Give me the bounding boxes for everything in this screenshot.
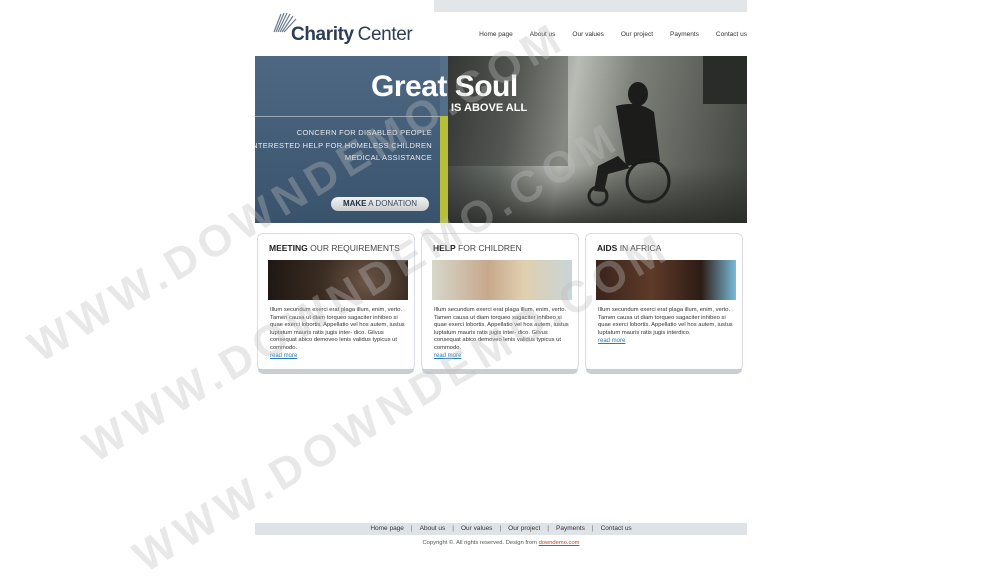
hero-subheadline: IS ABOVE ALL <box>451 102 528 114</box>
logo[interactable]: Charity Center <box>272 10 413 46</box>
logo-text: Charity Center <box>291 24 413 46</box>
read-more-link[interactable]: read more <box>434 353 461 359</box>
feature-card-africa: AIDS IN AFRICA Illum secundum exerci era… <box>585 233 743 374</box>
donate-bold: MAKE <box>342 199 367 208</box>
hero-divider-line <box>255 116 440 117</box>
card-footer-shade <box>258 369 414 374</box>
card-title-bold: AIDS <box>597 243 618 253</box>
footer-separator: | <box>410 525 413 532</box>
card-image-faces <box>596 260 736 300</box>
copyright: Copyright ©. All rights reserved. Design… <box>255 540 747 546</box>
card-title-bold: HELP <box>433 243 456 253</box>
logo-bold: Charity <box>291 24 354 45</box>
read-more-link[interactable]: read more <box>598 338 625 344</box>
page-container: Charity Center Home page About us Our val… <box>255 0 747 564</box>
hero-accent-bar <box>440 116 448 223</box>
read-more-link[interactable]: read more <box>270 353 297 359</box>
card-title-light: OUR REQUIREMENTS <box>310 243 400 253</box>
copyright-text: Copyright ©. All rights reserved. Design… <box>422 540 537 546</box>
card-title: MEETING OUR REQUIREMENTS <box>269 243 400 253</box>
main-nav: Home page About us Our values Our projec… <box>479 31 747 38</box>
footer-nav-bar: Home page | About us | Our values | Our projec… <box>255 523 747 535</box>
card-title-light: IN AFRICA <box>619 243 662 253</box>
card-title: AIDS IN AFRICA <box>597 243 661 253</box>
card-text: Illum secundum exerci erat plaga illum, … <box>598 307 733 336</box>
feature-card-children: HELP FOR CHILDREN Illum secundum exerci … <box>421 233 579 374</box>
footer-separator: | <box>499 525 502 532</box>
footer-values[interactable]: Our values <box>461 525 492 532</box>
nav-values[interactable]: Our values <box>572 31 603 38</box>
nav-contact[interactable]: Contact us <box>716 31 747 38</box>
hero-tagline-1: CONCERN FOR DISABLED PEOPLE <box>296 128 432 137</box>
nav-project[interactable]: Our project <box>621 31 653 38</box>
card-title-light: FOR CHILDREN <box>458 243 522 253</box>
footer-project[interactable]: Our project <box>508 525 540 532</box>
nav-payments[interactable]: Payments <box>670 31 699 38</box>
card-footer-shade <box>422 369 578 374</box>
footer-separator: | <box>591 525 594 532</box>
footer-home[interactable]: Home page <box>370 525 404 532</box>
logo-light: Center <box>357 24 413 45</box>
footer-nav: Home page | About us | Our values | Our projec… <box>255 523 747 535</box>
footer-separator: | <box>452 525 454 532</box>
hero-headline: Great Soul <box>371 70 518 103</box>
feature-card-requirements: MEETING OUR REQUIREMENTS Illum secundum … <box>257 233 415 374</box>
footer-payments[interactable]: Payments <box>556 525 585 532</box>
header-top-bar <box>434 0 747 12</box>
donate-light: A DONATION <box>368 199 418 208</box>
hero-banner: Great Soul IS ABOVE ALL CONCERN FOR DISA… <box>255 56 747 223</box>
card-image-child <box>432 260 572 300</box>
hero-floor-shade <box>448 166 747 223</box>
card-image-eye <box>268 260 408 300</box>
card-text: Illum secundum exerci erat plaga illum, … <box>434 307 569 351</box>
footer-about[interactable]: About us <box>420 525 446 532</box>
copyright-link[interactable]: downdemo.com <box>539 540 580 546</box>
donate-button[interactable]: MAKE A DONATION <box>331 197 429 211</box>
nav-about[interactable]: About us <box>530 31 556 38</box>
card-title: HELP FOR CHILDREN <box>433 243 522 253</box>
hero-tagline-2: DISINTERESTED HELP FOR HOMELESS CHILDREN <box>255 141 432 150</box>
footer-contact[interactable]: Contact us <box>601 525 632 532</box>
hero-tagline-3: MEDICAL ASSISTANCE <box>344 153 432 162</box>
footer-separator: | <box>547 525 549 532</box>
card-title-bold: MEETING <box>269 243 308 253</box>
nav-home[interactable]: Home page <box>479 31 513 38</box>
card-footer-shade <box>586 369 742 374</box>
card-text: Illum secundum exerci erat plaga illum, … <box>270 307 405 351</box>
